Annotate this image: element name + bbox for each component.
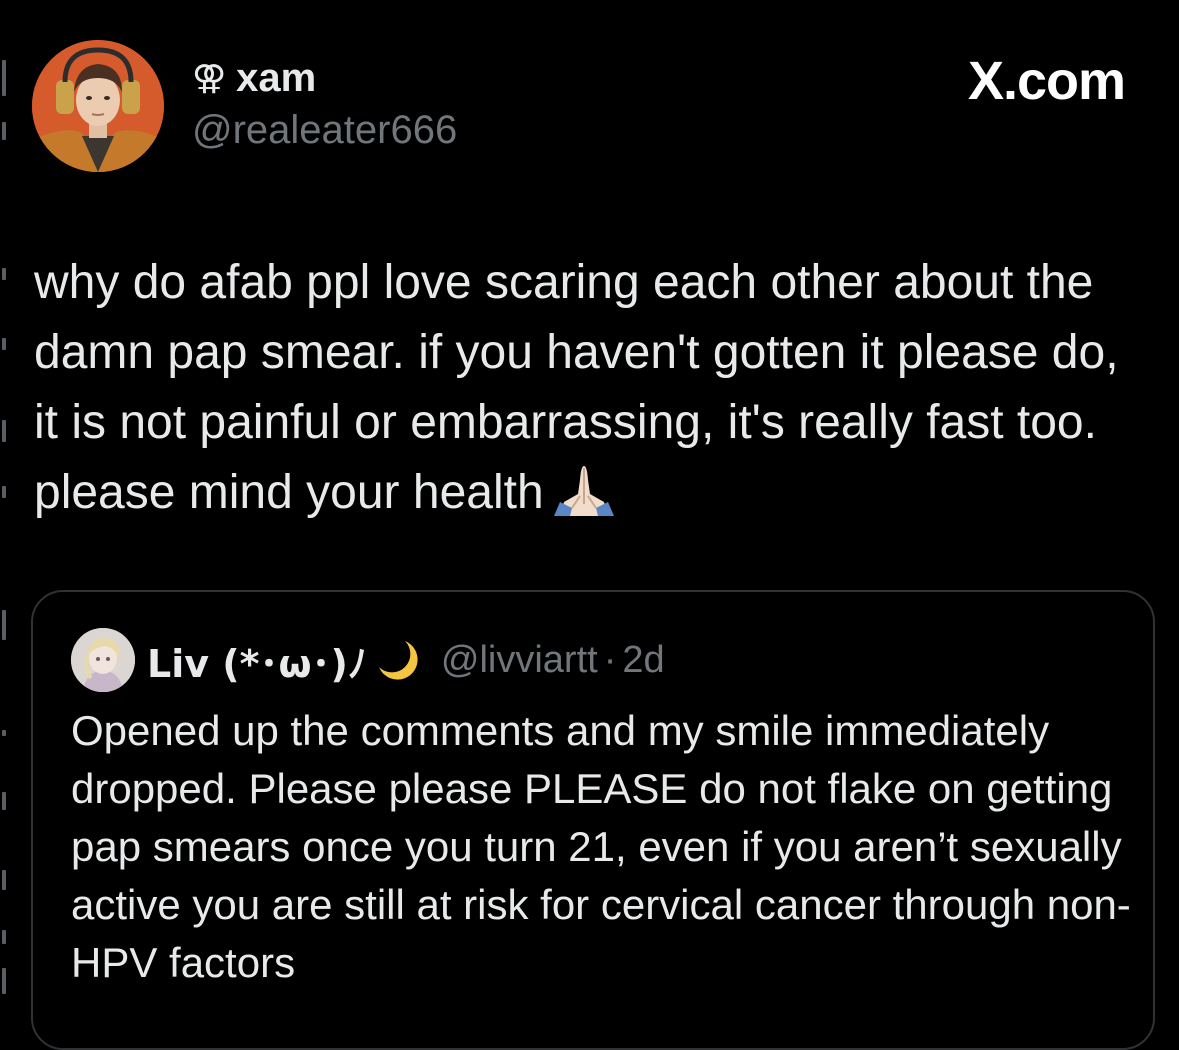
quoted-tweet-text: Opened up the comments and my smile imme… — [71, 707, 1131, 986]
avatar-photo-icon — [32, 40, 164, 172]
quoted-author-handle[interactable]: @livviartt — [441, 639, 598, 682]
author-name-symbol: ⚢ — [192, 58, 227, 98]
crescent-moon-icon — [375, 637, 421, 683]
avatar-drawing-icon — [71, 628, 135, 692]
quoted-author-avatar[interactable] — [71, 628, 135, 692]
quoted-author-name[interactable]: Liv (*･ω･)ﾉ — [147, 633, 367, 688]
author-handle[interactable]: @realeater666 — [192, 108, 457, 153]
author-name-text: xam — [236, 55, 317, 100]
brand-watermark: X.com — [967, 51, 1126, 111]
previous-column-edge — [0, 0, 14, 1018]
folded-hands-icon — [550, 464, 618, 516]
quoted-tweet-header: Liv (*･ω･)ﾉ @livviartt · 2d — [71, 628, 665, 692]
separator-dot: · — [603, 638, 617, 681]
tweet-body: why do afab ppl love scaring each other … — [34, 248, 1144, 528]
quoted-tweet-card[interactable]: Liv (*･ω･)ﾉ @livviartt · 2d Opened up th… — [31, 590, 1155, 1050]
author-display-name[interactable]: ⚢ xam — [192, 54, 316, 102]
quoted-tweet-timestamp[interactable]: 2d — [622, 639, 664, 682]
author-avatar[interactable] — [32, 40, 164, 172]
